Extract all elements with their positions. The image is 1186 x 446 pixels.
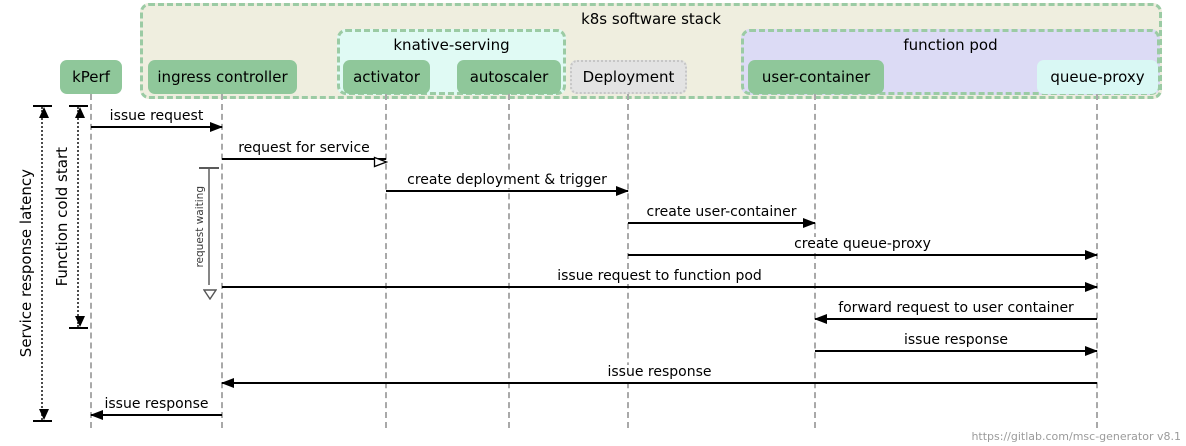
down-arrowhead-icon bbox=[75, 316, 85, 327]
message-1-request-for-service: request for service bbox=[222, 137, 389, 168]
message-7-issue-response: issue response bbox=[815, 329, 1098, 356]
message-label: forward request to user container bbox=[835, 300, 1077, 316]
message-label: issue request bbox=[106, 108, 207, 124]
up-arrowhead-icon bbox=[39, 107, 49, 118]
message-3-create-user-container: create user-container bbox=[628, 201, 816, 228]
participant-label-kperf: kPerf bbox=[72, 68, 110, 86]
measure-function-cold-start: Function cold start bbox=[53, 105, 88, 329]
filled-arrowhead-icon bbox=[210, 122, 223, 132]
down-arrowhead-icon bbox=[39, 409, 49, 420]
message-label: issue response bbox=[604, 364, 715, 380]
message-6-forward-request-to-user-container: forward request to user container bbox=[814, 297, 1097, 324]
participant-label-ingress: ingress controller bbox=[157, 68, 288, 86]
message-9-issue-response: issue response bbox=[90, 393, 222, 420]
request-waiting-marker: request waiting bbox=[194, 167, 219, 301]
filled-arrowhead-icon bbox=[1085, 282, 1098, 292]
filled-arrowhead-icon bbox=[1085, 346, 1098, 356]
filled-arrowhead-icon bbox=[90, 410, 103, 420]
participant-box-deployment: Deployment bbox=[570, 60, 687, 94]
sequence-diagram-canvas: k8s software stack knative-serving funct… bbox=[0, 0, 1186, 446]
participant-label-deployment: Deployment bbox=[582, 68, 675, 86]
group-title-function-pod: function pod bbox=[903, 36, 998, 54]
measure-service-response-latency: Service response latency bbox=[17, 105, 52, 422]
filled-arrowhead-icon bbox=[803, 218, 816, 228]
participant-box-kperf: kPerf bbox=[60, 60, 122, 94]
group-title-k8s-software-stack: k8s software stack bbox=[581, 10, 721, 28]
lifeline-kperf bbox=[90, 94, 92, 428]
participant-label-user-container: user-container bbox=[761, 68, 871, 86]
filled-arrowhead-icon bbox=[1085, 250, 1098, 260]
open-down-triangle-icon bbox=[202, 285, 218, 301]
message-5-issue-request-to-function-pod: issue request to function pod bbox=[222, 265, 1098, 292]
participant-label-autoscaler: autoscaler bbox=[469, 68, 549, 86]
waiting-label: request waiting bbox=[194, 186, 206, 268]
measure-end-bar bbox=[69, 327, 88, 329]
message-8-issue-response: issue response bbox=[221, 361, 1097, 388]
filled-arrowhead-icon bbox=[221, 378, 234, 388]
waiting-label-wrap: request waiting bbox=[194, 169, 206, 285]
filled-arrowhead-icon bbox=[616, 186, 629, 196]
message-2-create-deployment-trigger: create deployment & trigger bbox=[386, 169, 629, 196]
participant-label-queue-proxy: queue-proxy bbox=[1050, 68, 1145, 86]
measure-label-service-response-latency: Service response latency bbox=[17, 169, 35, 358]
participant-box-user-container: user-container bbox=[748, 60, 884, 94]
measure-label-wrap: Function cold start bbox=[53, 107, 71, 327]
measure-label-function-cold-start: Function cold start bbox=[53, 147, 71, 287]
message-label: create deployment & trigger bbox=[404, 172, 610, 188]
participant-box-queue-proxy: queue-proxy bbox=[1037, 60, 1158, 94]
participant-box-activator: activator bbox=[343, 60, 430, 94]
message-label: create queue-proxy bbox=[791, 236, 934, 252]
measure-label-wrap: Service response latency bbox=[17, 107, 35, 420]
up-arrowhead-icon bbox=[75, 107, 85, 118]
participant-box-ingress: ingress controller bbox=[148, 60, 297, 94]
message-label: request for service bbox=[235, 140, 373, 156]
group-title-knative-serving: knative-serving bbox=[393, 36, 510, 54]
message-label: issue request to function pod bbox=[554, 268, 765, 284]
measure-end-bar bbox=[33, 420, 52, 422]
msc-generator-watermark: https://gitlab.com/msc-generator v8.1 bbox=[971, 430, 1181, 443]
participant-label-activator: activator bbox=[353, 68, 420, 86]
message-label: issue response bbox=[900, 332, 1012, 348]
message-label: issue response bbox=[101, 396, 212, 412]
participant-box-autoscaler: autoscaler bbox=[457, 60, 561, 94]
message-label: create user-container bbox=[643, 204, 800, 220]
message-0-issue-request: issue request bbox=[91, 105, 223, 132]
message-4-create-queue-proxy: create queue-proxy bbox=[628, 233, 1098, 260]
filled-arrowhead-icon bbox=[814, 314, 827, 324]
open-arrowhead-icon bbox=[373, 153, 389, 168]
